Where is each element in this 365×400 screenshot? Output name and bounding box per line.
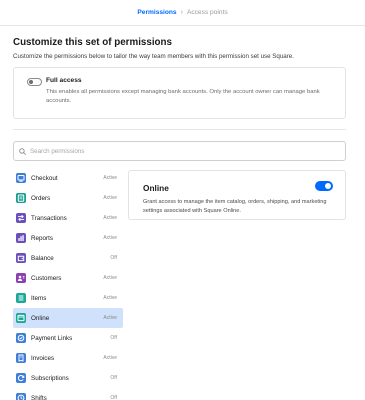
permission-list: Checkout Active Orders Active Transactions Ac… <box>13 168 123 400</box>
breadcrumb: Permissions › Access points <box>0 0 365 26</box>
permission-label: Customers <box>31 274 62 282</box>
orders-icon <box>16 193 26 203</box>
online-icon <box>16 313 26 323</box>
permission-status: Off <box>110 375 117 381</box>
transactions-icon <box>16 213 26 223</box>
permission-status: Active <box>103 275 117 281</box>
items-icon <box>16 293 26 303</box>
permission-item-checkout[interactable]: Checkout Active <box>13 168 123 188</box>
breadcrumb-chevron-icon: › <box>180 9 183 16</box>
reports-icon <box>16 233 26 243</box>
permission-label: Online <box>31 314 50 322</box>
toggle-knob <box>29 80 33 84</box>
detail-title: Online <box>143 183 169 193</box>
customers-icon <box>16 273 26 283</box>
permission-item-reports[interactable]: Reports Active <box>13 228 123 248</box>
permission-label: Balance <box>31 254 54 262</box>
full-access-description: This enables all permissions except mana… <box>46 89 320 104</box>
page-title: Customize this set of permissions <box>13 37 172 48</box>
permission-status: Active <box>103 195 117 201</box>
permission-item-customers[interactable]: Customers Active <box>13 268 123 288</box>
permission-item-subscriptions[interactable]: Subscriptions Off <box>13 368 123 388</box>
divider <box>13 129 346 130</box>
permission-status: Active <box>103 175 117 181</box>
permission-status: Active <box>103 295 117 301</box>
permission-status: Active <box>103 215 117 221</box>
online-toggle[interactable] <box>315 181 333 191</box>
permission-item-balance[interactable]: Balance Off <box>13 248 123 268</box>
permission-item-invoices[interactable]: Invoices Active <box>13 348 123 368</box>
search-box[interactable] <box>13 141 346 161</box>
full-access-title: Full access <box>46 77 82 84</box>
permission-status: Active <box>103 315 117 321</box>
permission-item-online[interactable]: Online Active <box>13 308 123 328</box>
subscriptions-icon <box>16 373 26 383</box>
invoices-icon <box>16 353 26 363</box>
permission-label: Invoices <box>31 354 55 362</box>
page-description: Customize the permissions below to tailo… <box>13 53 294 60</box>
permission-label: Payment Links <box>31 334 73 342</box>
permission-status: Off <box>110 395 117 400</box>
permission-detail-card: Online Grant access to manage the item c… <box>128 170 346 220</box>
full-access-card: Full access This enables all permissions… <box>13 67 346 119</box>
permission-item-items[interactable]: Items Active <box>13 288 123 308</box>
permission-status: Active <box>103 355 117 361</box>
permission-label: Items <box>31 294 47 302</box>
permission-item-payment-links[interactable]: Payment Links Off <box>13 328 123 348</box>
search-input[interactable] <box>30 147 330 155</box>
permission-label: Reports <box>31 234 54 242</box>
permission-item-shifts[interactable]: Shifts Off <box>13 388 123 400</box>
balance-icon <box>16 253 26 263</box>
permission-label: Transactions <box>31 214 67 222</box>
toggle-knob <box>325 183 331 189</box>
shifts-icon <box>16 393 26 400</box>
breadcrumb-permissions[interactable]: Permissions <box>137 9 176 16</box>
full-access-toggle[interactable] <box>27 78 42 86</box>
permission-label: Orders <box>31 194 51 202</box>
permission-status: Off <box>110 255 117 261</box>
permission-item-orders[interactable]: Orders Active <box>13 188 123 208</box>
permission-status: Active <box>103 235 117 241</box>
search-icon <box>19 147 26 155</box>
permission-label: Checkout <box>31 174 58 182</box>
permission-label: Subscriptions <box>31 374 69 382</box>
permission-status: Off <box>110 335 117 341</box>
breadcrumb-access-points[interactable]: Access points <box>187 9 228 16</box>
permission-item-transactions[interactable]: Transactions Active <box>13 208 123 228</box>
checkout-icon <box>16 173 26 183</box>
payment-links-icon <box>16 333 26 343</box>
detail-description: Grant access to manage the item catalog,… <box>143 199 327 214</box>
permission-label: Shifts <box>31 394 47 400</box>
